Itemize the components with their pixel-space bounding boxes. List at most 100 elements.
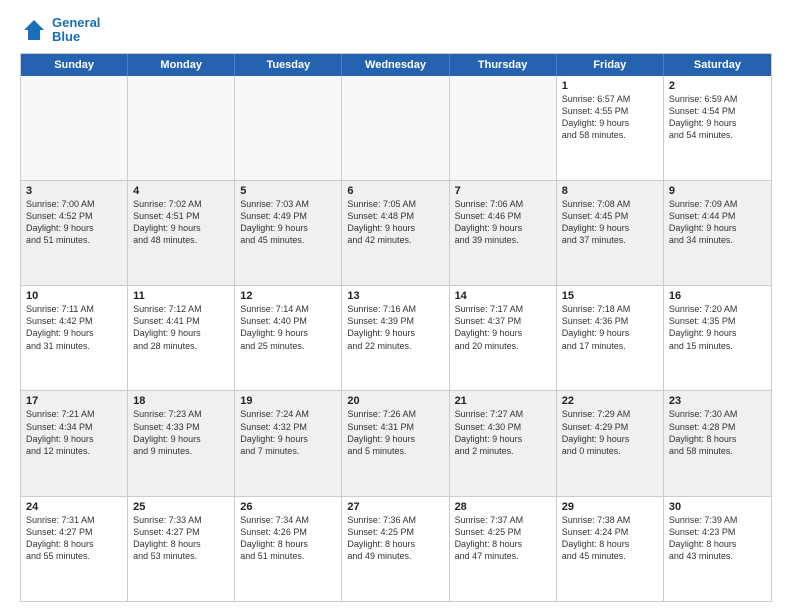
calendar-cell: 28Sunrise: 7:37 AM Sunset: 4:25 PM Dayli… [450,497,557,601]
calendar-cell: 21Sunrise: 7:27 AM Sunset: 4:30 PM Dayli… [450,391,557,495]
calendar-body: 1Sunrise: 6:57 AM Sunset: 4:55 PM Daylig… [21,76,771,601]
day-info: Sunrise: 7:29 AM Sunset: 4:29 PM Dayligh… [562,408,658,457]
day-number: 9 [669,185,766,197]
day-info: Sunrise: 7:08 AM Sunset: 4:45 PM Dayligh… [562,198,658,247]
day-number: 10 [26,290,122,302]
day-number: 16 [669,290,766,302]
calendar-cell: 4Sunrise: 7:02 AM Sunset: 4:51 PM Daylig… [128,181,235,285]
calendar-cell [450,76,557,180]
day-number: 17 [26,395,122,407]
day-number: 4 [133,185,229,197]
day-number: 25 [133,501,229,513]
day-info: Sunrise: 7:37 AM Sunset: 4:25 PM Dayligh… [455,514,551,563]
calendar-cell: 5Sunrise: 7:03 AM Sunset: 4:49 PM Daylig… [235,181,342,285]
weekday-header: Monday [128,54,235,76]
day-number: 11 [133,290,229,302]
day-info: Sunrise: 6:59 AM Sunset: 4:54 PM Dayligh… [669,93,766,142]
day-number: 19 [240,395,336,407]
day-number: 20 [347,395,443,407]
day-info: Sunrise: 7:09 AM Sunset: 4:44 PM Dayligh… [669,198,766,247]
calendar-cell: 11Sunrise: 7:12 AM Sunset: 4:41 PM Dayli… [128,286,235,390]
day-number: 29 [562,501,658,513]
day-info: Sunrise: 7:20 AM Sunset: 4:35 PM Dayligh… [669,303,766,352]
day-number: 23 [669,395,766,407]
calendar-cell [21,76,128,180]
calendar-cell: 6Sunrise: 7:05 AM Sunset: 4:48 PM Daylig… [342,181,449,285]
calendar-cell: 17Sunrise: 7:21 AM Sunset: 4:34 PM Dayli… [21,391,128,495]
day-info: Sunrise: 7:18 AM Sunset: 4:36 PM Dayligh… [562,303,658,352]
calendar-row: 24Sunrise: 7:31 AM Sunset: 4:27 PM Dayli… [21,496,771,601]
calendar-cell [128,76,235,180]
day-number: 18 [133,395,229,407]
day-info: Sunrise: 7:17 AM Sunset: 4:37 PM Dayligh… [455,303,551,352]
calendar-row: 17Sunrise: 7:21 AM Sunset: 4:34 PM Dayli… [21,390,771,495]
weekday-header: Friday [557,54,664,76]
day-info: Sunrise: 7:00 AM Sunset: 4:52 PM Dayligh… [26,198,122,247]
calendar-cell: 22Sunrise: 7:29 AM Sunset: 4:29 PM Dayli… [557,391,664,495]
day-info: Sunrise: 7:36 AM Sunset: 4:25 PM Dayligh… [347,514,443,563]
day-info: Sunrise: 7:11 AM Sunset: 4:42 PM Dayligh… [26,303,122,352]
day-number: 21 [455,395,551,407]
day-number: 7 [455,185,551,197]
calendar-cell: 30Sunrise: 7:39 AM Sunset: 4:23 PM Dayli… [664,497,771,601]
header: General Blue [20,16,772,45]
day-info: Sunrise: 7:39 AM Sunset: 4:23 PM Dayligh… [669,514,766,563]
calendar-cell: 29Sunrise: 7:38 AM Sunset: 4:24 PM Dayli… [557,497,664,601]
calendar-row: 10Sunrise: 7:11 AM Sunset: 4:42 PM Dayli… [21,285,771,390]
calendar: SundayMondayTuesdayWednesdayThursdayFrid… [20,53,772,602]
calendar-cell: 1Sunrise: 6:57 AM Sunset: 4:55 PM Daylig… [557,76,664,180]
calendar-row: 3Sunrise: 7:00 AM Sunset: 4:52 PM Daylig… [21,180,771,285]
day-info: Sunrise: 7:24 AM Sunset: 4:32 PM Dayligh… [240,408,336,457]
day-info: Sunrise: 7:16 AM Sunset: 4:39 PM Dayligh… [347,303,443,352]
day-info: Sunrise: 7:02 AM Sunset: 4:51 PM Dayligh… [133,198,229,247]
day-number: 24 [26,501,122,513]
day-number: 22 [562,395,658,407]
calendar-cell [235,76,342,180]
calendar-cell: 8Sunrise: 7:08 AM Sunset: 4:45 PM Daylig… [557,181,664,285]
day-number: 28 [455,501,551,513]
calendar-cell: 14Sunrise: 7:17 AM Sunset: 4:37 PM Dayli… [450,286,557,390]
day-number: 6 [347,185,443,197]
day-number: 2 [669,80,766,92]
calendar-cell: 26Sunrise: 7:34 AM Sunset: 4:26 PM Dayli… [235,497,342,601]
logo: General Blue [20,16,100,45]
logo-text: General Blue [52,16,100,45]
weekday-header: Wednesday [342,54,449,76]
calendar-cell: 18Sunrise: 7:23 AM Sunset: 4:33 PM Dayli… [128,391,235,495]
day-number: 14 [455,290,551,302]
calendar-cell: 25Sunrise: 7:33 AM Sunset: 4:27 PM Dayli… [128,497,235,601]
calendar-cell: 24Sunrise: 7:31 AM Sunset: 4:27 PM Dayli… [21,497,128,601]
day-info: Sunrise: 7:31 AM Sunset: 4:27 PM Dayligh… [26,514,122,563]
calendar-cell: 15Sunrise: 7:18 AM Sunset: 4:36 PM Dayli… [557,286,664,390]
day-number: 27 [347,501,443,513]
day-info: Sunrise: 7:38 AM Sunset: 4:24 PM Dayligh… [562,514,658,563]
day-number: 8 [562,185,658,197]
day-info: Sunrise: 7:30 AM Sunset: 4:28 PM Dayligh… [669,408,766,457]
calendar-cell: 3Sunrise: 7:00 AM Sunset: 4:52 PM Daylig… [21,181,128,285]
day-number: 30 [669,501,766,513]
weekday-header: Thursday [450,54,557,76]
calendar-cell: 10Sunrise: 7:11 AM Sunset: 4:42 PM Dayli… [21,286,128,390]
day-info: Sunrise: 7:06 AM Sunset: 4:46 PM Dayligh… [455,198,551,247]
calendar-cell: 20Sunrise: 7:26 AM Sunset: 4:31 PM Dayli… [342,391,449,495]
day-info: Sunrise: 7:23 AM Sunset: 4:33 PM Dayligh… [133,408,229,457]
day-number: 1 [562,80,658,92]
day-number: 5 [240,185,336,197]
calendar-cell: 23Sunrise: 7:30 AM Sunset: 4:28 PM Dayli… [664,391,771,495]
page: General Blue SundayMondayTuesdayWednesda… [0,0,792,612]
day-info: Sunrise: 7:12 AM Sunset: 4:41 PM Dayligh… [133,303,229,352]
calendar-cell: 27Sunrise: 7:36 AM Sunset: 4:25 PM Dayli… [342,497,449,601]
day-info: Sunrise: 7:14 AM Sunset: 4:40 PM Dayligh… [240,303,336,352]
weekday-header: Sunday [21,54,128,76]
logo-icon [20,16,48,44]
day-info: Sunrise: 7:05 AM Sunset: 4:48 PM Dayligh… [347,198,443,247]
day-number: 3 [26,185,122,197]
day-info: Sunrise: 7:03 AM Sunset: 4:49 PM Dayligh… [240,198,336,247]
day-info: Sunrise: 6:57 AM Sunset: 4:55 PM Dayligh… [562,93,658,142]
calendar-cell: 7Sunrise: 7:06 AM Sunset: 4:46 PM Daylig… [450,181,557,285]
calendar-row: 1Sunrise: 6:57 AM Sunset: 4:55 PM Daylig… [21,76,771,180]
calendar-cell: 16Sunrise: 7:20 AM Sunset: 4:35 PM Dayli… [664,286,771,390]
day-number: 15 [562,290,658,302]
weekday-header: Tuesday [235,54,342,76]
calendar-cell: 12Sunrise: 7:14 AM Sunset: 4:40 PM Dayli… [235,286,342,390]
